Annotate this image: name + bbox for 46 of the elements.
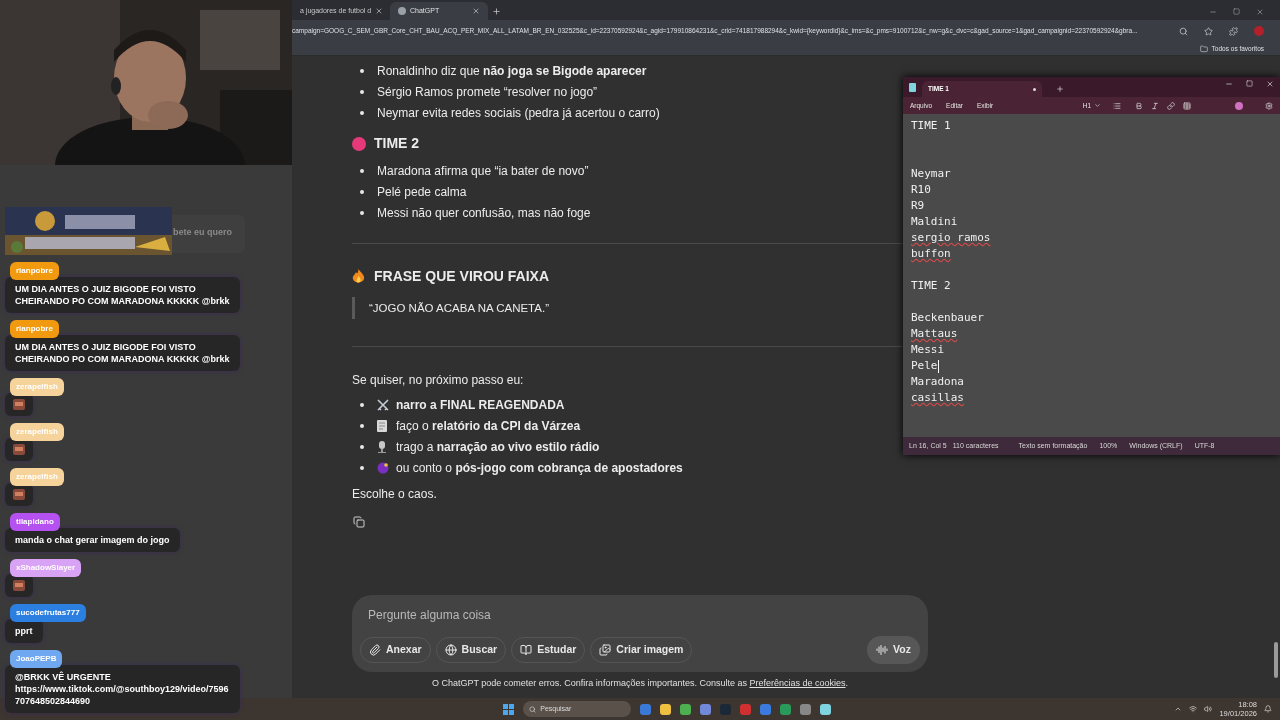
username-badge: sucodefrutas777 [10, 604, 86, 622]
list-item-text: Ronaldinho diz que não joga se Bigode aparecer [377, 62, 647, 80]
chat-message: UM DIA ANTES O JUIZ BIGODE FOI VISTO CHEIRANDO PO COM MARADONA KKKKK @brkk [5, 335, 240, 371]
text-line: buffon [911, 246, 951, 262]
text-line: Messi [911, 342, 945, 358]
paragraph: Escolhe o caos. [352, 486, 438, 504]
list-item-text: Sérgio Ramos promete “resolver no jogo” [377, 83, 598, 101]
list-item-text: faço o relatório da CPI da Várzea [396, 417, 581, 435]
username-badge: zerapelfish [10, 423, 64, 441]
list-item-text: Neymar evita redes sociais (pedra já acertou o carro) [377, 104, 660, 122]
message-composer[interactable]: Pergunte alguma coisa Anexar Buscar Estudar Criar imagem Voz [352, 594, 928, 672]
text-line: casillas [911, 390, 964, 406]
list-item-text: Pelé pede calma [377, 183, 467, 201]
text-line: Maradona [911, 374, 964, 390]
username-badge: rianpobre [10, 320, 59, 338]
message-text: bete eu quero [173, 226, 232, 239]
chat-message: manda o chat gerar imagem do jogo [5, 528, 180, 552]
text-line: R9 [911, 198, 925, 214]
username-badge: zerapelfish [10, 468, 64, 486]
list-item-text: Maradona afirma que “ia bater de novo” [377, 162, 589, 180]
text-line: R10 [911, 182, 931, 198]
username-badge: rianpobre [10, 262, 59, 280]
text-line: Neymar [911, 166, 951, 182]
list-item-text: ou conto o pós-jogo com cobrança de apostadores [396, 459, 683, 477]
chat-message: @BRKK VÊ URGENTE https://www.tiktok.com/@southboy129/video/7596707648502844690 [5, 665, 240, 713]
disclaimer-text: O ChatGPT pode cometer erros. Confira informações importantes. Consulte as Preferências de cookies. [430, 676, 850, 690]
blockquote: “JOGO NÃO ACABA NA CANETA.” [369, 302, 549, 314]
username-badge: tilapidano [10, 513, 60, 531]
username-badge: xShadowSlayer [10, 559, 82, 577]
section-heading: FRASE QUE VIROU FAIXA [374, 267, 550, 286]
text-line: sergio ramos [911, 230, 991, 246]
text-line: TIME 2 [911, 278, 951, 294]
text-line: Maldini [911, 214, 958, 230]
list-item-text: trago a narração ao vivo estilo rádio [396, 438, 600, 456]
list-item-text: Messi não quer confusão, mas não foge [377, 204, 591, 222]
section-heading: TIME 2 [374, 134, 420, 153]
text-line: Pele [911, 358, 938, 374]
list-item-text: narro a FINAL REAGENDADA [396, 396, 565, 414]
cookie-preferences-link[interactable]: Preferências de cookies [749, 677, 846, 688]
text-line: TIME 1 [911, 118, 951, 134]
chat-message: UM DIA ANTES O JUIZ BIGODE FOI VISTO CHEIRANDO PO COM MARADONA KKKKK @brkk [5, 277, 240, 313]
text-line: Mattaus [911, 326, 958, 342]
voice-button[interactable]: Voz [867, 635, 920, 664]
username-badge: zerapelfish [10, 378, 64, 396]
text-line: Beckenbauer [911, 310, 984, 326]
username-badge: JoaoPEPB [10, 650, 63, 668]
